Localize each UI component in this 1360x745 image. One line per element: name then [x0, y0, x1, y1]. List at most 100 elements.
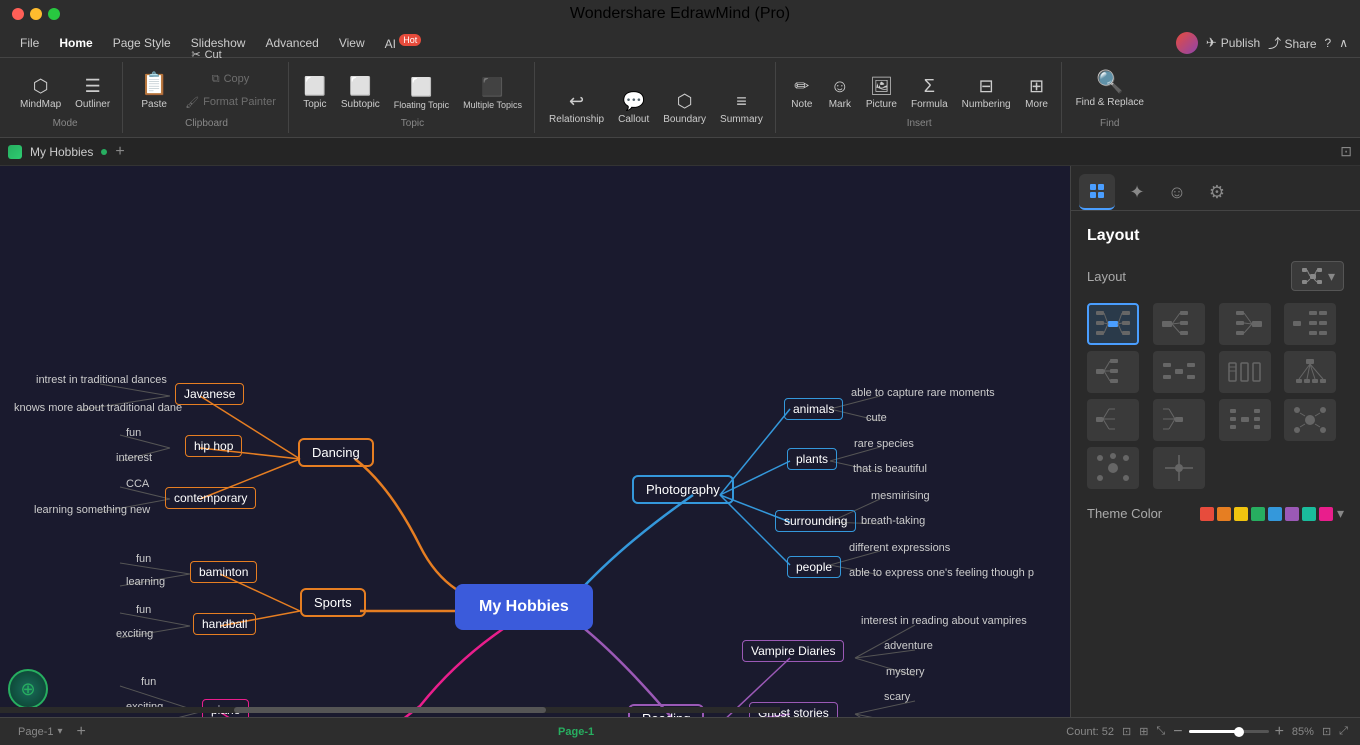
mindmap-canvas[interactable]: My Hobbies Dancing Javanese hip hop cont…: [0, 166, 1070, 717]
menu-ai[interactable]: AI Hot: [377, 32, 430, 54]
share-button[interactable]: ⤴ Share: [1268, 33, 1316, 52]
color-swatches-container[interactable]: ▾: [1200, 505, 1344, 522]
view-mode-icon[interactable]: ⊡: [1122, 725, 1131, 738]
mindmap-button[interactable]: ⬡ MindMap: [14, 72, 67, 114]
collapse-button[interactable]: ∧: [1339, 36, 1348, 50]
surrounding-node[interactable]: surrounding: [775, 510, 856, 532]
toolbar-topic-group: ⬜ Topic ⬜ Subtopic ⬜ Floating Topic ⬛ Mu…: [291, 62, 535, 133]
layout-option-tree[interactable]: [1284, 303, 1336, 345]
numbering-button[interactable]: ⊟ Numbering: [956, 72, 1017, 114]
horizontal-scrollbar[interactable]: [0, 707, 780, 713]
publish-button[interactable]: ✈ Publish: [1206, 35, 1260, 51]
animals-node[interactable]: animals: [784, 398, 843, 420]
layout-option-14[interactable]: [1153, 447, 1205, 489]
zoom-slider-thumb[interactable]: [1234, 727, 1244, 737]
note-button[interactable]: ✏ Note: [784, 72, 820, 114]
vampire-diaries-node[interactable]: Vampire Diaries: [742, 640, 844, 662]
tab-favicon: [8, 145, 22, 159]
cut-button[interactable]: ✂ Cut: [185, 44, 227, 65]
layout-option-right[interactable]: [1153, 303, 1205, 345]
close-button[interactable]: [12, 8, 24, 20]
swatch-orange[interactable]: [1217, 507, 1231, 521]
relationship-button[interactable]: ↩ Relationship: [543, 87, 610, 129]
layout-option-11[interactable]: [1219, 399, 1271, 441]
picture-icon: 🖼: [870, 76, 893, 97]
plants-node[interactable]: plants: [787, 448, 837, 470]
photography-node[interactable]: Photography: [632, 475, 734, 504]
find-replace-button[interactable]: 🔍 Find & Replace: [1070, 62, 1150, 114]
add-tab-button[interactable]: +: [115, 143, 124, 161]
layout-dropdown[interactable]: ▾: [1291, 261, 1344, 291]
menu-home[interactable]: Home: [51, 33, 100, 53]
copy-button[interactable]: ⧉ Copy: [179, 69, 282, 90]
swatch-purple[interactable]: [1285, 507, 1299, 521]
contemporary-node[interactable]: contemporary: [165, 487, 256, 509]
fit-view-button[interactable]: ⊡: [1322, 725, 1331, 738]
user-avatar[interactable]: [1176, 32, 1198, 54]
callout-button[interactable]: 💬 Callout: [612, 87, 655, 129]
layout-option-7[interactable]: [1219, 351, 1271, 393]
subtopic-button[interactable]: ⬜ Subtopic: [335, 72, 386, 114]
zoom-slider-track[interactable]: [1189, 730, 1269, 733]
ai-assistant-button[interactable]: ⊕: [8, 669, 48, 709]
maximize-button[interactable]: [48, 8, 60, 20]
layout-tab[interactable]: [1079, 174, 1115, 210]
page-selector[interactable]: Page-1 ▾: [12, 724, 69, 740]
sports-node[interactable]: Sports: [300, 588, 366, 617]
mark-button[interactable]: ☺ Mark: [822, 72, 858, 114]
zoom-out-button[interactable]: −: [1173, 723, 1182, 741]
handball-node[interactable]: handball: [193, 613, 256, 635]
layout-option-left[interactable]: [1219, 303, 1271, 345]
swatch-pink[interactable]: [1319, 507, 1333, 521]
menu-page-style[interactable]: Page Style: [105, 33, 179, 53]
people-node[interactable]: people: [787, 556, 841, 578]
minimize-button[interactable]: [30, 8, 42, 20]
badminton-node[interactable]: baminton: [190, 561, 257, 583]
toolbar-mode-group: ⬡ MindMap ☰ Outliner Mode: [8, 62, 123, 133]
swatch-green[interactable]: [1251, 507, 1265, 521]
layout-option-5[interactable]: [1087, 351, 1139, 393]
floating-topic-button[interactable]: ⬜ Floating Topic: [388, 73, 455, 114]
grid-view-icon[interactable]: ⊞: [1139, 725, 1148, 738]
layout-option-10[interactable]: [1153, 399, 1205, 441]
swatch-yellow[interactable]: [1234, 507, 1248, 521]
paste-button[interactable]: 📋 Paste: [131, 67, 177, 114]
more-button[interactable]: ⊞ More: [1019, 72, 1055, 114]
layout-option-8[interactable]: [1284, 351, 1336, 393]
format-painter-button[interactable]: 🖌 Format Painter: [179, 92, 282, 113]
outline-tab[interactable]: ☺: [1159, 174, 1195, 210]
active-page-tab[interactable]: Page-1: [558, 726, 594, 738]
layout-option-9[interactable]: [1087, 399, 1139, 441]
scrollbar-thumb[interactable]: [234, 707, 546, 713]
multiple-topics-button[interactable]: ⬛ Multiple Topics: [457, 73, 528, 114]
layout-option-balanced[interactable]: [1087, 303, 1139, 345]
picture-button[interactable]: 🖼 Picture: [860, 72, 903, 114]
tab-title[interactable]: My Hobbies: [30, 145, 93, 159]
layout-toggle-button[interactable]: ⊡: [1340, 143, 1352, 160]
outliner-button[interactable]: ☰ Outliner: [69, 72, 116, 114]
menu-view[interactable]: View: [331, 33, 373, 53]
summary-button[interactable]: ≡ Summary: [714, 87, 769, 129]
swatch-teal[interactable]: [1302, 507, 1316, 521]
settings-tab[interactable]: ⚙: [1199, 174, 1235, 210]
hiphop-node[interactable]: hip hop: [185, 435, 242, 457]
fullscreen-icon[interactable]: ⤡: [1156, 725, 1165, 738]
menu-file[interactable]: File: [12, 33, 47, 53]
formula-button[interactable]: Σ Formula: [905, 72, 954, 114]
menu-advanced[interactable]: Advanced: [257, 33, 326, 53]
topic-button[interactable]: ⬜ Topic: [297, 72, 333, 114]
add-page-button[interactable]: +: [77, 723, 86, 741]
layout-option-13[interactable]: [1087, 447, 1139, 489]
style-tab[interactable]: ✦: [1119, 174, 1155, 210]
boundary-button[interactable]: ⬡ Boundary: [657, 87, 712, 129]
swatch-red[interactable]: [1200, 507, 1214, 521]
zoom-in-button[interactable]: +: [1275, 723, 1284, 741]
dancing-node[interactable]: Dancing: [298, 438, 374, 467]
zoom-percent[interactable]: 85%: [1292, 726, 1314, 738]
center-node[interactable]: My Hobbies: [455, 584, 593, 630]
expand-view-button[interactable]: ⤢: [1339, 725, 1348, 738]
swatch-blue[interactable]: [1268, 507, 1282, 521]
help-button[interactable]: ?: [1325, 36, 1332, 50]
layout-option-12[interactable]: [1284, 399, 1336, 441]
layout-option-6[interactable]: [1153, 351, 1205, 393]
